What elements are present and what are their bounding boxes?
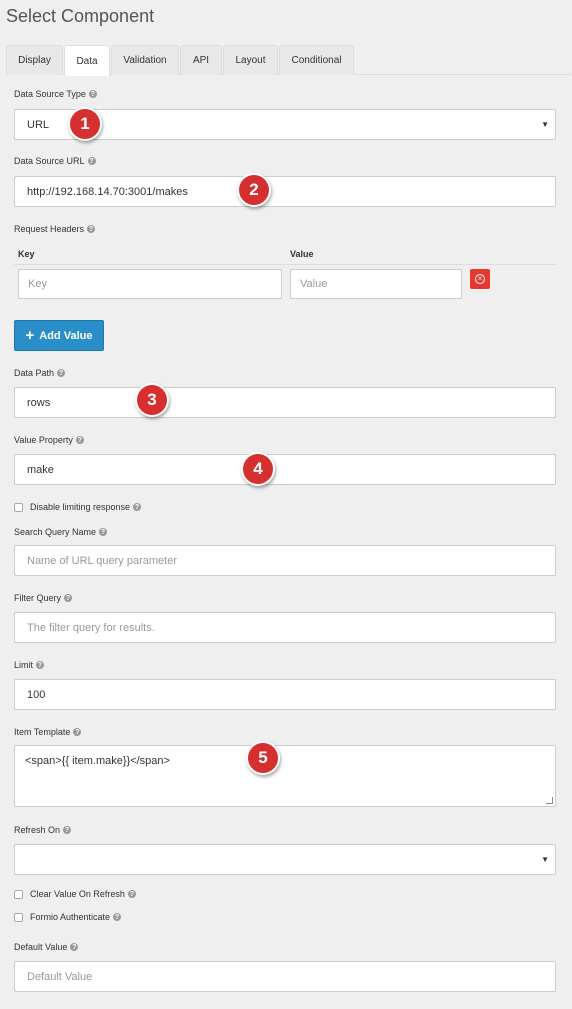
- help-icon[interactable]: ?: [70, 943, 79, 951]
- filter-query-label: Filter Query?: [14, 593, 73, 603]
- add-value-label: Add Value: [39, 329, 93, 342]
- help-icon[interactable]: ?: [133, 503, 142, 511]
- checkbox[interactable]: [14, 502, 23, 512]
- help-icon[interactable]: ?: [99, 528, 108, 536]
- help-icon[interactable]: ?: [63, 826, 72, 834]
- disable-limiting-checkbox[interactable]: Disable limiting response?: [14, 502, 142, 512]
- callout-badge-3: 3: [135, 383, 169, 417]
- help-icon[interactable]: ?: [73, 728, 82, 736]
- limit-label: Limit?: [14, 660, 45, 670]
- data-source-url-label: Data Source URL?: [14, 156, 96, 166]
- callout-badge-2: 2: [237, 173, 271, 207]
- help-icon[interactable]: ?: [64, 594, 73, 602]
- checkbox[interactable]: [14, 889, 23, 899]
- key-column-header: Key: [18, 249, 35, 259]
- header-value-input[interactable]: Value: [290, 269, 462, 299]
- remove-circle-icon: ×: [475, 274, 485, 284]
- tab-api[interactable]: API: [180, 45, 222, 75]
- item-template-label-text: Item Template: [14, 727, 71, 737]
- default-value-input[interactable]: Default Value: [14, 961, 556, 992]
- data-source-url-label-text: Data Source URL: [14, 156, 85, 166]
- filter-query-input[interactable]: The filter query for results.: [14, 612, 556, 643]
- request-headers-label: Request Headers?: [14, 224, 96, 234]
- add-value-button[interactable]: + Add Value: [14, 320, 104, 351]
- default-value-label: Default Value?: [14, 942, 79, 952]
- help-icon[interactable]: ?: [87, 225, 96, 233]
- disable-limiting-label: Disable limiting response: [30, 502, 131, 512]
- data-source-type-label: Data Source Type?: [14, 89, 97, 99]
- header-key-input[interactable]: Key: [18, 269, 282, 299]
- plus-icon: +: [25, 327, 35, 344]
- formio-authenticate-checkbox[interactable]: Formio Authenticate?: [14, 912, 122, 922]
- divider: [14, 264, 556, 265]
- help-icon[interactable]: ?: [87, 157, 96, 165]
- data-source-type-value: URL: [27, 118, 50, 131]
- value-property-label-text: Value Property: [14, 435, 73, 445]
- tab-conditional[interactable]: Conditional: [279, 45, 354, 75]
- limit-input[interactable]: 100: [14, 679, 556, 710]
- search-query-name-input[interactable]: Name of URL query parameter: [14, 545, 556, 576]
- data-path-input[interactable]: rows: [14, 387, 556, 418]
- panel-title: Select Component: [6, 6, 155, 26]
- callout-badge-4: 4: [241, 452, 275, 486]
- clear-value-on-refresh-checkbox[interactable]: Clear Value On Refresh?: [14, 889, 136, 899]
- value-property-input[interactable]: make: [14, 454, 556, 485]
- search-query-name-label: Search Query Name?: [14, 527, 108, 537]
- search-query-name-label-text: Search Query Name: [14, 527, 97, 537]
- item-template-textarea[interactable]: <span>{{ item.make}}</span>: [14, 745, 556, 807]
- default-value-label-text: Default Value: [14, 942, 68, 952]
- refresh-on-label: Refresh On?: [14, 825, 72, 835]
- filter-query-label-text: Filter Query: [14, 593, 62, 603]
- help-icon[interactable]: ?: [36, 661, 45, 669]
- value-column-header: Value: [290, 249, 314, 259]
- item-template-value: <span>{{ item.make}}</span>: [25, 755, 170, 767]
- resize-handle-icon[interactable]: [546, 797, 553, 804]
- help-icon[interactable]: ?: [75, 436, 84, 444]
- help-icon[interactable]: ?: [113, 913, 122, 921]
- tab-layout[interactable]: Layout: [223, 45, 278, 75]
- callout-badge-1: 1: [68, 107, 102, 141]
- data-path-label: Data Path?: [14, 368, 66, 378]
- help-icon[interactable]: ?: [127, 890, 136, 898]
- caret-down-icon: ▼: [541, 120, 549, 129]
- checkbox[interactable]: [14, 912, 23, 922]
- remove-header-button[interactable]: ×: [470, 269, 490, 289]
- value-property-label: Value Property?: [14, 435, 84, 445]
- refresh-on-select[interactable]: ▼: [14, 844, 556, 875]
- tab-data[interactable]: Data: [64, 45, 110, 76]
- item-template-label: Item Template?: [14, 727, 82, 737]
- data-source-type-label-text: Data Source Type: [14, 89, 86, 99]
- tab-bar: Display Data Validation API Layout Condi…: [6, 45, 571, 76]
- help-icon[interactable]: ?: [57, 369, 66, 377]
- formio-authenticate-label: Formio Authenticate: [30, 912, 111, 922]
- clear-value-on-refresh-label: Clear Value On Refresh: [30, 889, 125, 899]
- data-path-label-text: Data Path: [14, 368, 55, 378]
- limit-label-text: Limit: [14, 660, 34, 670]
- tab-validation[interactable]: Validation: [111, 45, 179, 75]
- data-source-url-input[interactable]: http://192.168.14.70:3001/makes: [14, 176, 556, 207]
- request-headers-label-text: Request Headers: [14, 224, 85, 234]
- help-icon[interactable]: ?: [88, 90, 97, 98]
- tab-display[interactable]: Display: [6, 45, 63, 75]
- caret-down-icon: ▼: [541, 855, 549, 864]
- callout-badge-5: 5: [246, 741, 280, 775]
- refresh-on-label-text: Refresh On: [14, 825, 61, 835]
